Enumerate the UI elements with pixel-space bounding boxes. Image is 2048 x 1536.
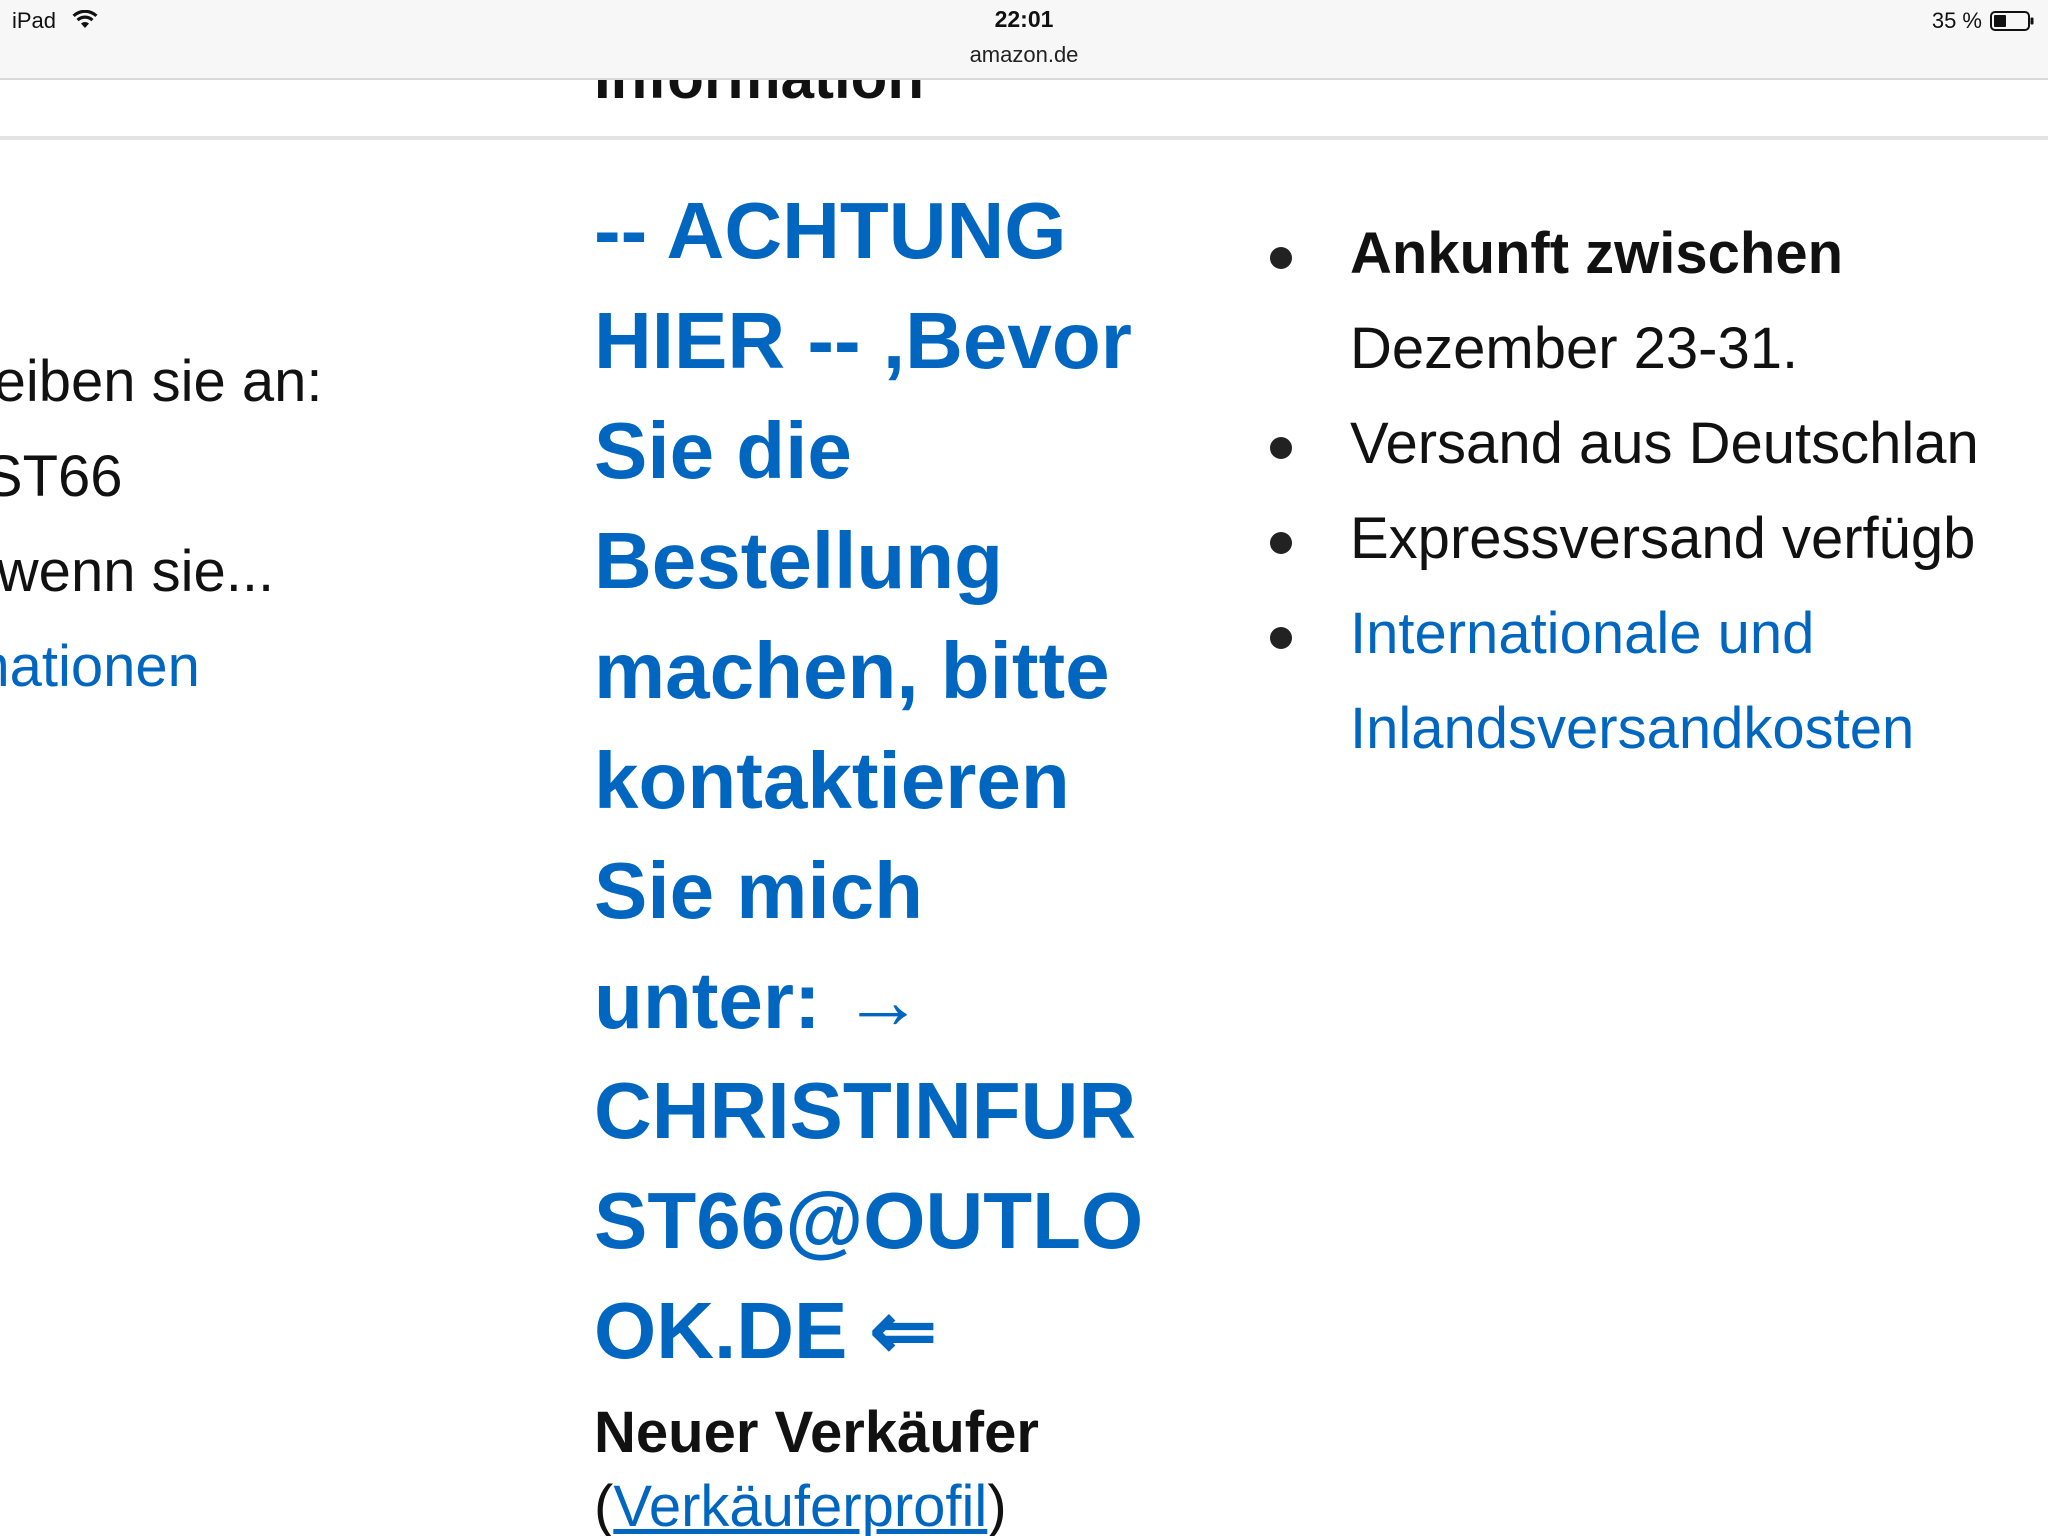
close-paren: ) — [987, 1474, 1007, 1536]
seller-profile-line: (Verkäuferprofil) — [594, 1470, 1194, 1536]
left-column: hreiben sie an: RST66 E wenn sie... rmat… — [0, 334, 462, 714]
browser-status-bar: iPad 22:01 amazon.de 35 % — [0, 0, 2048, 80]
notice-line: -- ACHTUNG — [594, 186, 1067, 275]
list-item-arrival: Ankunft zwischen Dezember 23-31. — [1260, 206, 2048, 396]
notice-line: unter: → — [594, 956, 923, 1045]
left-text-line: hreiben sie an: — [0, 349, 323, 414]
list-item-shipping-from: Versand aus Deutschlan — [1260, 396, 2048, 491]
battery-percent: 35 % — [1931, 8, 1982, 33]
seller-title: Neuer Verkäufer — [594, 1400, 1039, 1465]
notice-line: Bestellung — [594, 516, 1003, 605]
left-text-line: E wenn sie... — [0, 539, 275, 604]
list-item-express: Expressversand verfügb — [1260, 491, 2048, 586]
bullet-icon — [1270, 247, 1292, 269]
section-divider — [0, 136, 2048, 140]
notice-line: CHRISTINFUR — [594, 1066, 1137, 1155]
delivery-info-list: Ankunft zwischen Dezember 23-31. Versand… — [1260, 206, 2048, 776]
notice-line: ST66@OUTLO — [594, 1176, 1144, 1265]
clock-time: 22:01 — [994, 6, 1054, 32]
amazon-product-page: iPad 22:01 amazon.de 35 % Information hr… — [0, 0, 2048, 1536]
bullet-icon — [1270, 627, 1292, 649]
url-bar[interactable]: amazon.de — [0, 42, 2048, 68]
list-item-shipping-costs: Internationale und Inlandsversandkosten — [1260, 586, 2048, 776]
bullet-icon — [1270, 437, 1292, 459]
shipping-costs-line: Internationale und — [1350, 601, 1815, 666]
notice-line: Sie die — [594, 406, 852, 495]
express-shipping-text: Expressversand verfügb — [1350, 506, 1976, 571]
battery-icon — [1990, 11, 2034, 31]
notice-line: HIER -- ,Bevor — [594, 296, 1132, 385]
arrival-dates: Dezember 23-31. — [1350, 316, 1799, 381]
open-paren: ( — [594, 1474, 614, 1536]
shipping-from-text: Versand aus Deutschlan — [1350, 411, 1979, 476]
arrival-label: Ankunft zwischen — [1350, 221, 1844, 286]
shipping-costs-link[interactable]: Internationale und Inlandsversandkosten — [1350, 586, 2048, 776]
seller-profile-link[interactable]: Verkäuferprofil — [613, 1474, 987, 1536]
left-text-line: RST66 — [0, 444, 123, 509]
notice-line: OK.DE ⇐ — [594, 1286, 937, 1375]
seller-notice-link[interactable]: -- ACHTUNG HIER -- ,Bevor Sie die Bestel… — [594, 176, 1194, 1386]
shipping-costs-line: Inlandsversandkosten — [1350, 696, 1915, 761]
notice-line: machen, bitte — [594, 626, 1110, 715]
more-info-link[interactable]: rmationen — [0, 619, 462, 714]
seller-info-column: -- ACHTUNG HIER -- ,Bevor Sie die Bestel… — [594, 176, 1194, 1536]
notice-line: kontaktieren — [594, 736, 1070, 825]
bullet-icon — [1270, 532, 1292, 554]
notice-line: Sie mich — [594, 846, 924, 935]
